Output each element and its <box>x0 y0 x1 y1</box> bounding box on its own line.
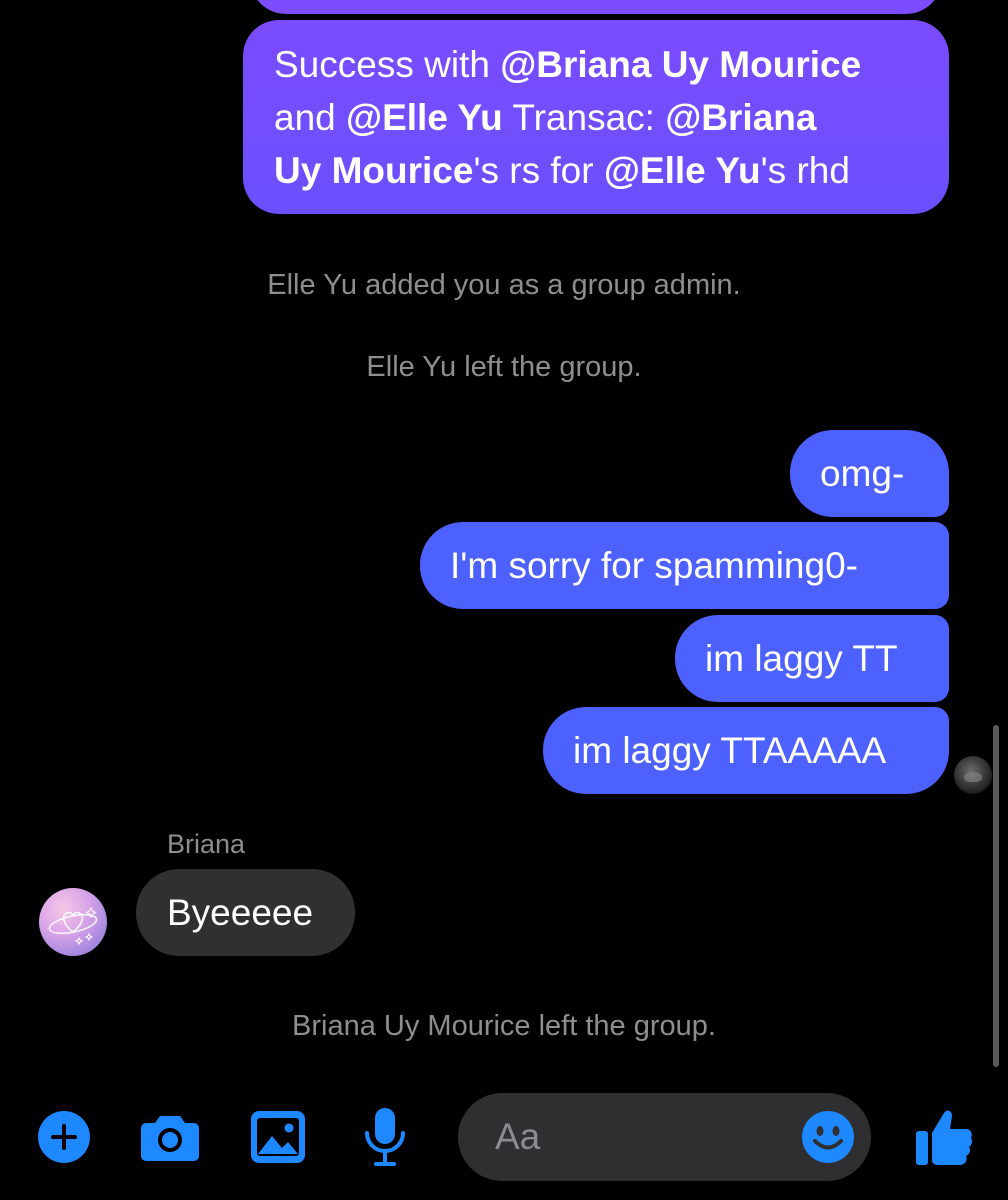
mention-briana[interactable]: @Briana <box>665 97 816 138</box>
previous-message-bubble[interactable] <box>250 0 942 14</box>
sent-message-bubble[interactable]: im laggy TTAAAAA <box>543 707 949 794</box>
gallery-icon[interactable] <box>250 1110 306 1169</box>
emoji-icon[interactable] <box>801 1110 855 1169</box>
plus-icon[interactable] <box>37 1110 91 1169</box>
sent-message-bubble[interactable]: omg- <box>790 430 949 517</box>
chat-screen: Success with @Briana Uy Mourice and @Ell… <box>0 0 1008 1200</box>
message-text: 's rhd <box>760 150 850 191</box>
avatar[interactable] <box>39 888 107 956</box>
mention-elle[interactable]: @Elle Yu <box>346 97 503 138</box>
thumbs-up-icon[interactable] <box>914 1107 974 1172</box>
mention-elle[interactable]: @Elle Yu <box>604 150 761 191</box>
sender-name: Briana <box>167 829 246 859</box>
message-text: and <box>274 97 347 138</box>
message-line: Uy Mourice's rs for @Elle Yu's rhd <box>274 144 919 197</box>
read-receipt-avatar <box>954 756 992 794</box>
message-text: Transac: <box>502 97 666 138</box>
sent-message-bubble[interactable]: I'm sorry for spamming0- <box>420 522 949 609</box>
sent-message-bubble[interactable]: im laggy TT <box>675 615 949 702</box>
message-text: 's rs for <box>473 150 604 191</box>
camera-icon[interactable] <box>140 1112 200 1167</box>
mention-briana[interactable]: @Briana Uy Mourice <box>500 44 861 85</box>
mention-briana[interactable]: Uy Mourice <box>274 150 473 191</box>
message-text: im laggy TTAAAAA <box>573 730 887 771</box>
system-message: Briana Uy Mourice left the group. <box>292 1010 716 1042</box>
system-message: Elle Yu added you as a group admin. <box>267 269 741 301</box>
system-message: Elle Yu left the group. <box>366 351 642 383</box>
planet-heart-icon <box>48 906 98 946</box>
message-text: im laggy TT <box>705 638 898 679</box>
microphone-icon[interactable] <box>362 1106 408 1173</box>
scrollbar[interactable] <box>993 725 999 1067</box>
message-text: Byeeeee <box>167 892 314 933</box>
sent-message-bubble[interactable]: Success with @Briana Uy Mourice and @Ell… <box>243 20 949 214</box>
message-text: I'm sorry for spamming0- <box>450 545 858 586</box>
message-text: omg- <box>820 453 905 494</box>
message-line: and @Elle Yu Transac: @Briana <box>274 91 919 144</box>
received-message-bubble[interactable]: Byeeeee <box>136 869 355 956</box>
message-line: Success with @Briana Uy Mourice <box>274 38 919 91</box>
message-text: Success with <box>274 44 501 85</box>
